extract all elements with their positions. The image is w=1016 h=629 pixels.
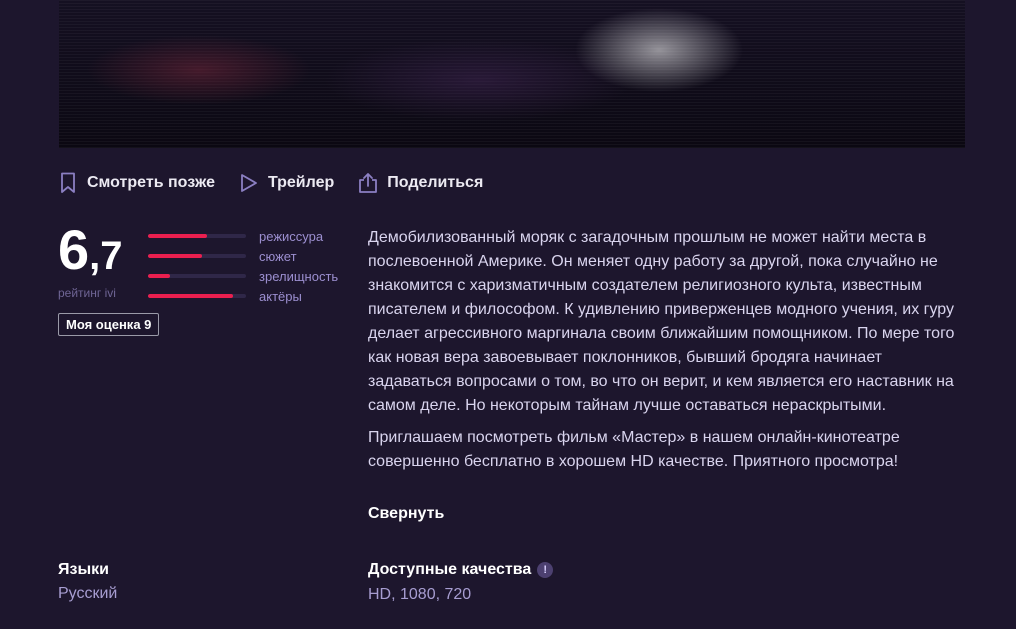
aspect-bar-fill: [148, 234, 207, 238]
aspect-label: актёры: [259, 288, 302, 304]
aspect-label: зрелищность: [259, 268, 339, 284]
trailer-button[interactable]: Трейлер: [239, 172, 334, 194]
languages-title: Языки: [58, 561, 109, 578]
watch-later-button[interactable]: Смотреть позже: [58, 172, 215, 194]
aspect-bar-track: [148, 294, 246, 298]
rating-score-integer: 6: [58, 218, 90, 281]
aspect-bar-track: [148, 234, 246, 238]
aspect-label: сюжет: [259, 248, 297, 264]
aspect-spectacle: зрелищность: [148, 266, 358, 286]
collapse-button[interactable]: Свернуть: [368, 505, 444, 523]
description: Демобилизованный моряк с загадочным прош…: [368, 226, 968, 474]
languages-value: Русский: [58, 585, 118, 602]
watch-later-label: Смотреть позже: [87, 174, 215, 191]
aspect-bar-fill: [148, 274, 170, 278]
video-player-preview[interactable]: [59, 0, 965, 148]
quality-value: HD, 1080, 720: [368, 586, 472, 603]
actions-bar: Смотреть позже Трейлер Поделиться: [58, 170, 507, 196]
bookmark-icon: [58, 172, 78, 194]
description-paragraph: Демобилизованный моряк с загадочным прош…: [368, 229, 955, 414]
aspect-bar-track: [148, 274, 246, 278]
rating-score: 6,7: [58, 222, 123, 278]
trailer-label: Трейлер: [267, 174, 335, 191]
aspect-label: режиссура: [259, 228, 324, 244]
aspect-bar-track: [148, 254, 246, 258]
aspect-plot: сюжет: [148, 246, 358, 266]
quality-title: Доступные качества!: [368, 561, 554, 579]
my-rating-badge[interactable]: Моя оценка 9: [58, 313, 160, 336]
rating-aspects: режиссура сюжет зрелищность актёры: [148, 226, 358, 306]
rating-label: рейтинг ivi: [58, 286, 116, 300]
aspect-directing: режиссура: [148, 226, 358, 246]
rating-block: 6,7 рейтинг ivi режиссура сюжет зрелищно…: [58, 222, 358, 342]
play-icon: [239, 172, 259, 194]
aspect-actors: актёры: [148, 286, 358, 306]
rating-score-fraction: ,7: [89, 234, 123, 278]
aspect-bar-fill: [148, 254, 202, 258]
info-icon[interactable]: !: [537, 562, 554, 578]
share-label: Поделиться: [387, 174, 484, 191]
quality-title-text: Доступные качества: [368, 561, 532, 578]
description-paragraph: Приглашаем посмотреть фильм «Мастер» в н…: [368, 429, 900, 470]
aspect-bar-fill: [148, 294, 234, 298]
share-button[interactable]: Поделиться: [358, 172, 483, 194]
share-icon: [358, 172, 378, 194]
